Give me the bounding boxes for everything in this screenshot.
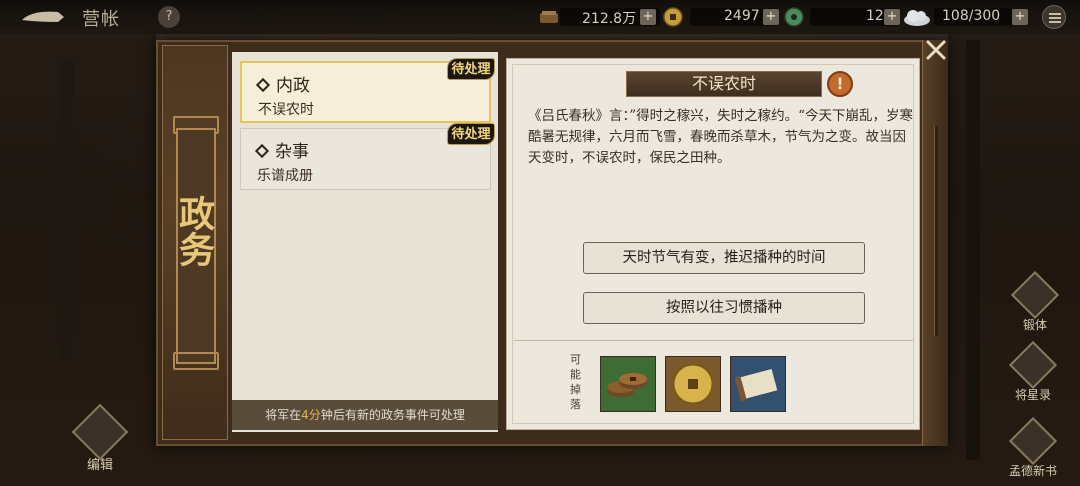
edit-icon: [71, 403, 129, 461]
tome-icon: [1008, 416, 1058, 466]
top-bar: 营帐 ? 212.8万 + 2497 + 12 + 108/300 +: [0, 0, 1080, 34]
next-event-note: 将军在4分钟后有新的政务事件可处理: [232, 400, 498, 430]
side-training-button[interactable]: 锻体: [1006, 270, 1064, 333]
banner-title: 政务: [173, 195, 215, 267]
back-icon[interactable]: [18, 6, 66, 28]
copper-value: 2497: [724, 8, 760, 24]
jade-coin-icon: [663, 7, 683, 27]
panel-scrollbar[interactable]: [934, 126, 938, 336]
event-description: 《吕氏春秋》言：”得时之稼兴，失时之稼约。“今天下崩乱，岁寒酷暑无规律，六月而飞…: [528, 108, 914, 166]
choice-sow-as-usual-button[interactable]: 按照以往习惯播种: [583, 292, 865, 324]
copper-coins-icon[interactable]: [600, 356, 656, 412]
pending-badge: 待处理: [447, 58, 495, 80]
page-title: 营帐: [82, 9, 120, 30]
stamina-value: 12: [866, 8, 884, 24]
choice-delay-sowing-button[interactable]: 天时节气有变，推迟播种的时间: [583, 242, 865, 274]
case-title: 乐谱成册: [257, 168, 313, 184]
armor-icon: [1010, 270, 1060, 320]
help-button[interactable]: ?: [158, 6, 180, 28]
add-stamina-button[interactable]: +: [884, 9, 900, 25]
provisions-value: 212.8万: [582, 11, 637, 27]
troops-value: 108/300: [942, 8, 1001, 24]
divider: [514, 340, 914, 341]
side-strategy-book-button[interactable]: 孟德新书: [1004, 416, 1062, 479]
alert-icon[interactable]: !: [827, 71, 853, 97]
edit-button[interactable]: 编辑: [71, 403, 129, 473]
pending-badge: 待处理: [447, 123, 495, 145]
add-provisions-button[interactable]: +: [640, 9, 656, 25]
case-category: 内政: [255, 71, 310, 96]
cloud-icon: [904, 10, 930, 26]
close-icon[interactable]: [924, 38, 948, 62]
banner-ornament-bottom: [173, 352, 219, 370]
gold-coin-icon[interactable]: [665, 356, 721, 412]
diamond-icon: [254, 143, 270, 159]
minutes-highlight: 4分: [301, 408, 321, 422]
book-icon: [1008, 340, 1058, 390]
menu-button[interactable]: [1042, 5, 1066, 29]
provisions-icon: [540, 11, 558, 23]
case-title: 不误农时: [258, 102, 314, 118]
event-title: 不误农时: [626, 71, 822, 97]
side-generals-button[interactable]: 将星录: [1004, 340, 1062, 403]
add-troops-button[interactable]: +: [1012, 9, 1028, 25]
case-category: 杂事: [254, 137, 309, 162]
possible-drops-label: 可能掉落: [570, 353, 581, 411]
jade-disc-icon: [784, 7, 804, 27]
add-copper-button[interactable]: +: [763, 9, 779, 25]
diamond-icon: [255, 77, 271, 93]
scroll-icon[interactable]: [730, 356, 786, 412]
